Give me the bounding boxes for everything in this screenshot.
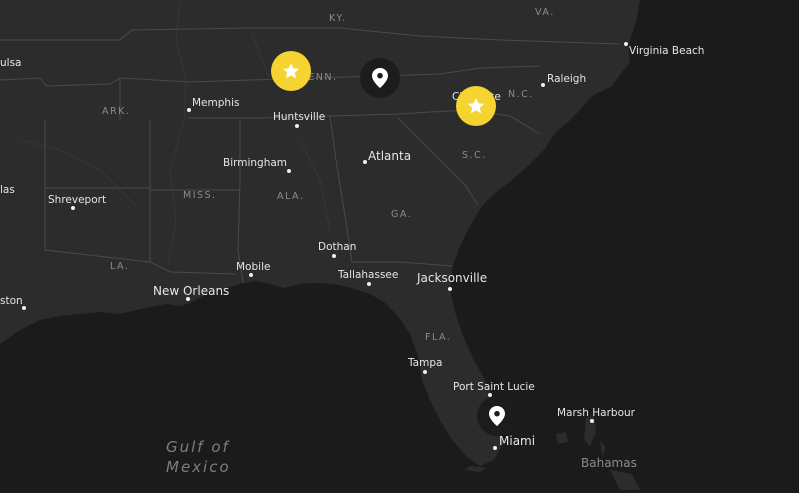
city-dot (423, 370, 427, 374)
city-label-miami: Miami (499, 434, 536, 448)
land-mainland (0, 0, 640, 466)
star-icon (282, 63, 300, 79)
city-label-tampa: Tampa (408, 357, 443, 369)
city-dot (295, 124, 299, 128)
city-dot (624, 42, 628, 46)
state-label-sc: S.C. (462, 150, 487, 161)
pin-marker-south-florida[interactable] (477, 396, 517, 436)
water-label-gulf-of-mexico: Gulf of Mexico (166, 438, 231, 477)
city-label-marsh-harbour: Marsh Harbour (557, 407, 635, 419)
city-label-tulsa-partial: ulsa (0, 57, 22, 69)
map-pin-icon (489, 406, 505, 426)
city-label-memphis: Memphis (192, 97, 240, 109)
state-label-miss: MISS. (183, 190, 217, 201)
city-dot (332, 254, 336, 258)
state-label-ark: ARK. (102, 106, 131, 117)
water-label-line: Mexico (166, 457, 231, 476)
map-pin-icon (372, 68, 388, 88)
region-label-bahamas: Bahamas (581, 456, 637, 470)
city-dot (363, 160, 367, 164)
state-label-ky: KY. (329, 13, 347, 24)
state-label-ga: GA. (391, 209, 413, 220)
city-dot (448, 287, 452, 291)
city-dot (187, 108, 191, 112)
city-label-raleigh: Raleigh (547, 73, 587, 85)
city-dot (493, 446, 497, 450)
city-label-dothan: Dothan (318, 241, 357, 253)
city-dot (186, 297, 190, 301)
city-dot (22, 306, 26, 310)
state-label-ala: ALA. (277, 191, 305, 202)
city-dot (541, 83, 545, 87)
city-label-dallas-partial: las (0, 184, 15, 196)
city-label-virginia-beach: Virginia Beach (629, 45, 705, 57)
map-canvas[interactable]: Virginia Beach Raleigh Charlotte Memphis… (0, 0, 799, 493)
city-label-tallahassee: Tallahassee (338, 269, 399, 281)
city-label-shreveport: Shreveport (48, 194, 107, 206)
city-label-jacksonville: Jacksonville (417, 271, 488, 285)
city-label-atlanta: Atlanta (368, 149, 412, 163)
state-label-la: LA. (110, 261, 130, 272)
city-dot (590, 419, 594, 423)
land-keys (464, 466, 486, 472)
city-label-mobile: Mobile (236, 261, 271, 273)
star-marker-tennessee[interactable] (271, 51, 311, 91)
state-label-va: VA. (535, 7, 555, 18)
city-dot (367, 282, 371, 286)
city-dot (287, 169, 291, 173)
star-icon (467, 98, 485, 114)
state-label-nc: N.C. (508, 89, 534, 100)
city-label-port-saint-lucie: Port Saint Lucie (453, 381, 535, 393)
city-dot (71, 206, 75, 210)
state-label-fla: FLA. (425, 332, 452, 343)
pin-marker-east-tennessee[interactable] (360, 58, 400, 98)
water-label-line: Gulf of (166, 438, 230, 456)
city-label-new-orleans: New Orleans (153, 284, 230, 298)
city-label-houston-partial: ston (0, 295, 23, 307)
city-label-huntsville: Huntsville (273, 111, 326, 123)
city-dot (249, 273, 253, 277)
star-marker-charlotte[interactable] (456, 86, 496, 126)
city-label-birmingham: Birmingham (223, 157, 288, 169)
